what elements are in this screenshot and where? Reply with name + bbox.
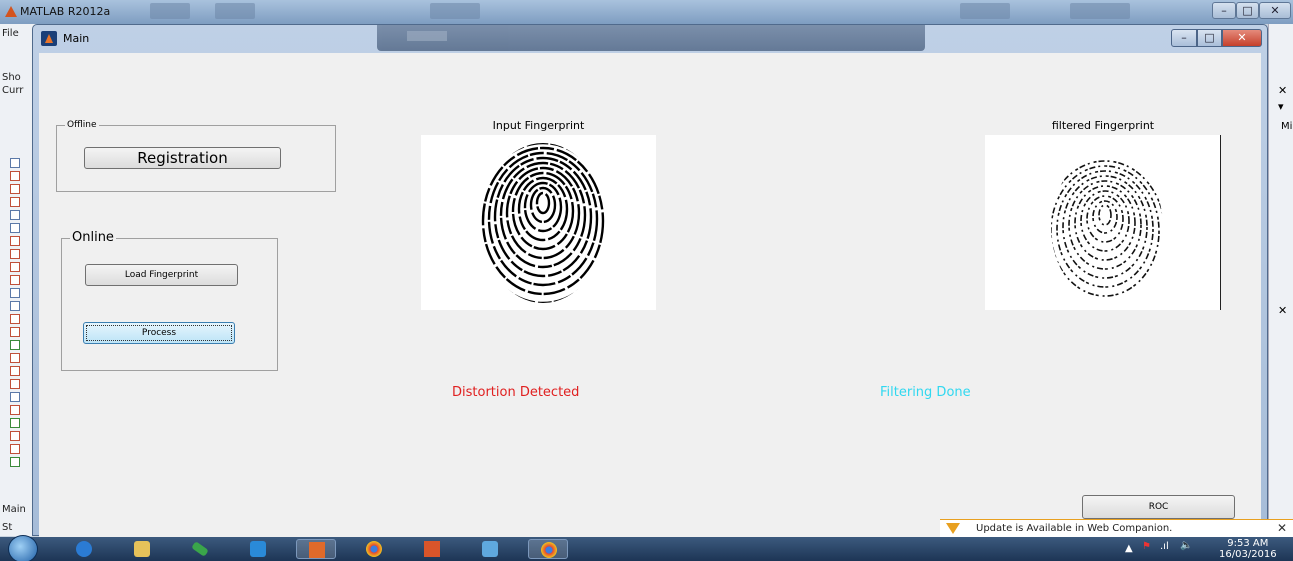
file-icon[interactable] xyxy=(10,366,20,376)
photo-viewer-icon[interactable] xyxy=(470,539,510,559)
windows-start-icon[interactable] xyxy=(8,535,38,561)
figure-minimize-button[interactable]: – xyxy=(1171,29,1197,47)
show-hidden-icons-icon[interactable]: ▲ xyxy=(1125,543,1133,554)
matlab-logo-icon xyxy=(5,6,17,17)
close-icon[interactable]: ✕ xyxy=(1278,304,1287,317)
file-icon[interactable] xyxy=(10,223,20,233)
blurred-menu-item xyxy=(1070,3,1130,19)
clock-date: 16/03/2016 xyxy=(1219,549,1277,560)
offline-panel: Offline Registration xyxy=(56,120,336,192)
matlab-window-title: MATLAB R2012a xyxy=(20,5,111,18)
file-icon[interactable] xyxy=(10,444,20,454)
figure-window: Main – □ ✕ Offline Registration Online L… xyxy=(32,24,1268,537)
file-icon[interactable] xyxy=(10,379,20,389)
file-icon[interactable] xyxy=(10,327,20,337)
chrome-icon[interactable] xyxy=(528,539,568,559)
snipping-tool-icon[interactable] xyxy=(180,539,220,559)
matlab-minimize-button[interactable]: – xyxy=(1212,2,1236,19)
file-icon[interactable] xyxy=(10,158,20,168)
matlab-icon[interactable] xyxy=(412,539,452,559)
notification-text: Update is Available in Web Companion. xyxy=(976,523,1173,534)
figure-client-area: Offline Registration Online Load Fingerp… xyxy=(39,53,1261,537)
file-icon[interactable] xyxy=(10,340,20,350)
figure-title-text: Main xyxy=(63,32,90,45)
chevron-down-icon[interactable]: ▾ xyxy=(1278,100,1284,113)
file-icon[interactable] xyxy=(10,236,20,246)
online-panel: Online Load Fingerprint Process xyxy=(61,230,278,371)
chrome-icon[interactable] xyxy=(354,539,394,559)
ie-icon[interactable] xyxy=(64,539,104,559)
blurred-menu-item xyxy=(150,3,190,19)
file-icon[interactable] xyxy=(10,275,20,285)
current-folder-label: Curr xyxy=(2,85,24,96)
explorer-icon[interactable] xyxy=(122,539,162,559)
file-icon[interactable] xyxy=(10,418,20,428)
matlab-title-bar: MATLAB R2012a – □ ✕ xyxy=(0,0,1293,24)
file-icon[interactable] xyxy=(10,262,20,272)
blurred-menu-item xyxy=(430,3,480,19)
input-fingerprint-axes xyxy=(421,135,656,310)
clock[interactable]: 9:53 AM 16/03/2016 xyxy=(1219,538,1277,560)
input-fingerprint-title: Input Fingerprint xyxy=(492,119,585,132)
figure-close-button[interactable]: ✕ xyxy=(1222,29,1262,47)
background-figure-window xyxy=(377,25,925,51)
filtered-fingerprint-image xyxy=(1051,160,1163,301)
file-icon[interactable] xyxy=(10,392,20,402)
roc-button[interactable]: ROC xyxy=(1082,495,1235,519)
matlab-maximize-button[interactable]: □ xyxy=(1236,2,1259,19)
file-icon[interactable] xyxy=(10,197,20,207)
file-icon[interactable] xyxy=(10,431,20,441)
file-icon[interactable] xyxy=(10,405,20,415)
file-icon[interactable] xyxy=(10,457,20,467)
file-icon[interactable] xyxy=(10,314,20,324)
menu-file[interactable]: File xyxy=(2,28,19,39)
start-button-label[interactable]: St xyxy=(2,522,12,533)
process-button[interactable]: Process xyxy=(83,322,235,344)
shortcuts-label: Sho xyxy=(2,72,21,83)
close-icon[interactable]: ✕ xyxy=(1278,84,1287,97)
offline-panel-title: Offline xyxy=(65,120,99,130)
file-icon[interactable] xyxy=(10,210,20,220)
matlab-right-panel: ✕ ▾ Mi ✕ xyxy=(1268,24,1293,536)
figure-maximize-button[interactable]: □ xyxy=(1197,29,1222,47)
workspace-tab-label[interactable]: Main xyxy=(2,504,26,515)
filtering-status-text: Filtering Done xyxy=(880,385,971,400)
load-fingerprint-button[interactable]: Load Fingerprint xyxy=(85,264,238,286)
registration-button[interactable]: Registration xyxy=(84,147,281,169)
filtered-fingerprint-title: filtered Fingerprint xyxy=(1051,119,1155,132)
distortion-status-text: Distortion Detected xyxy=(452,385,580,400)
teamviewer-icon[interactable] xyxy=(238,539,278,559)
file-icon[interactable] xyxy=(10,184,20,194)
file-list xyxy=(10,158,20,470)
close-icon[interactable]: ✕ xyxy=(1277,521,1287,535)
file-icon[interactable] xyxy=(10,288,20,298)
matlab-figure-icon xyxy=(41,31,57,46)
taskbar: ▲ ⚑ .ıl 🔈 9:53 AM 16/03/2016 xyxy=(0,535,1293,561)
file-icon[interactable] xyxy=(10,353,20,363)
signal-icon[interactable]: .ıl xyxy=(1160,541,1169,552)
input-fingerprint-image xyxy=(481,143,605,303)
panel-label: Mi xyxy=(1281,121,1293,132)
flag-icon[interactable]: ⚑ xyxy=(1142,541,1151,552)
web-companion-icon xyxy=(946,523,960,534)
blurred-menu-item xyxy=(960,3,1010,19)
file-icon[interactable] xyxy=(10,171,20,181)
volume-icon[interactable]: 🔈 xyxy=(1180,540,1192,551)
filtered-fingerprint-axes xyxy=(985,135,1221,310)
file-icon[interactable] xyxy=(10,249,20,259)
online-panel-title: Online xyxy=(70,230,116,245)
matlab-close-button[interactable]: ✕ xyxy=(1259,2,1291,19)
clock-time: 9:53 AM xyxy=(1227,538,1269,549)
blurred-menu-item xyxy=(215,3,255,19)
matlab-icon[interactable] xyxy=(296,539,336,559)
update-notification[interactable]: Update is Available in Web Companion. ✕ xyxy=(940,519,1293,538)
file-icon[interactable] xyxy=(10,301,20,311)
